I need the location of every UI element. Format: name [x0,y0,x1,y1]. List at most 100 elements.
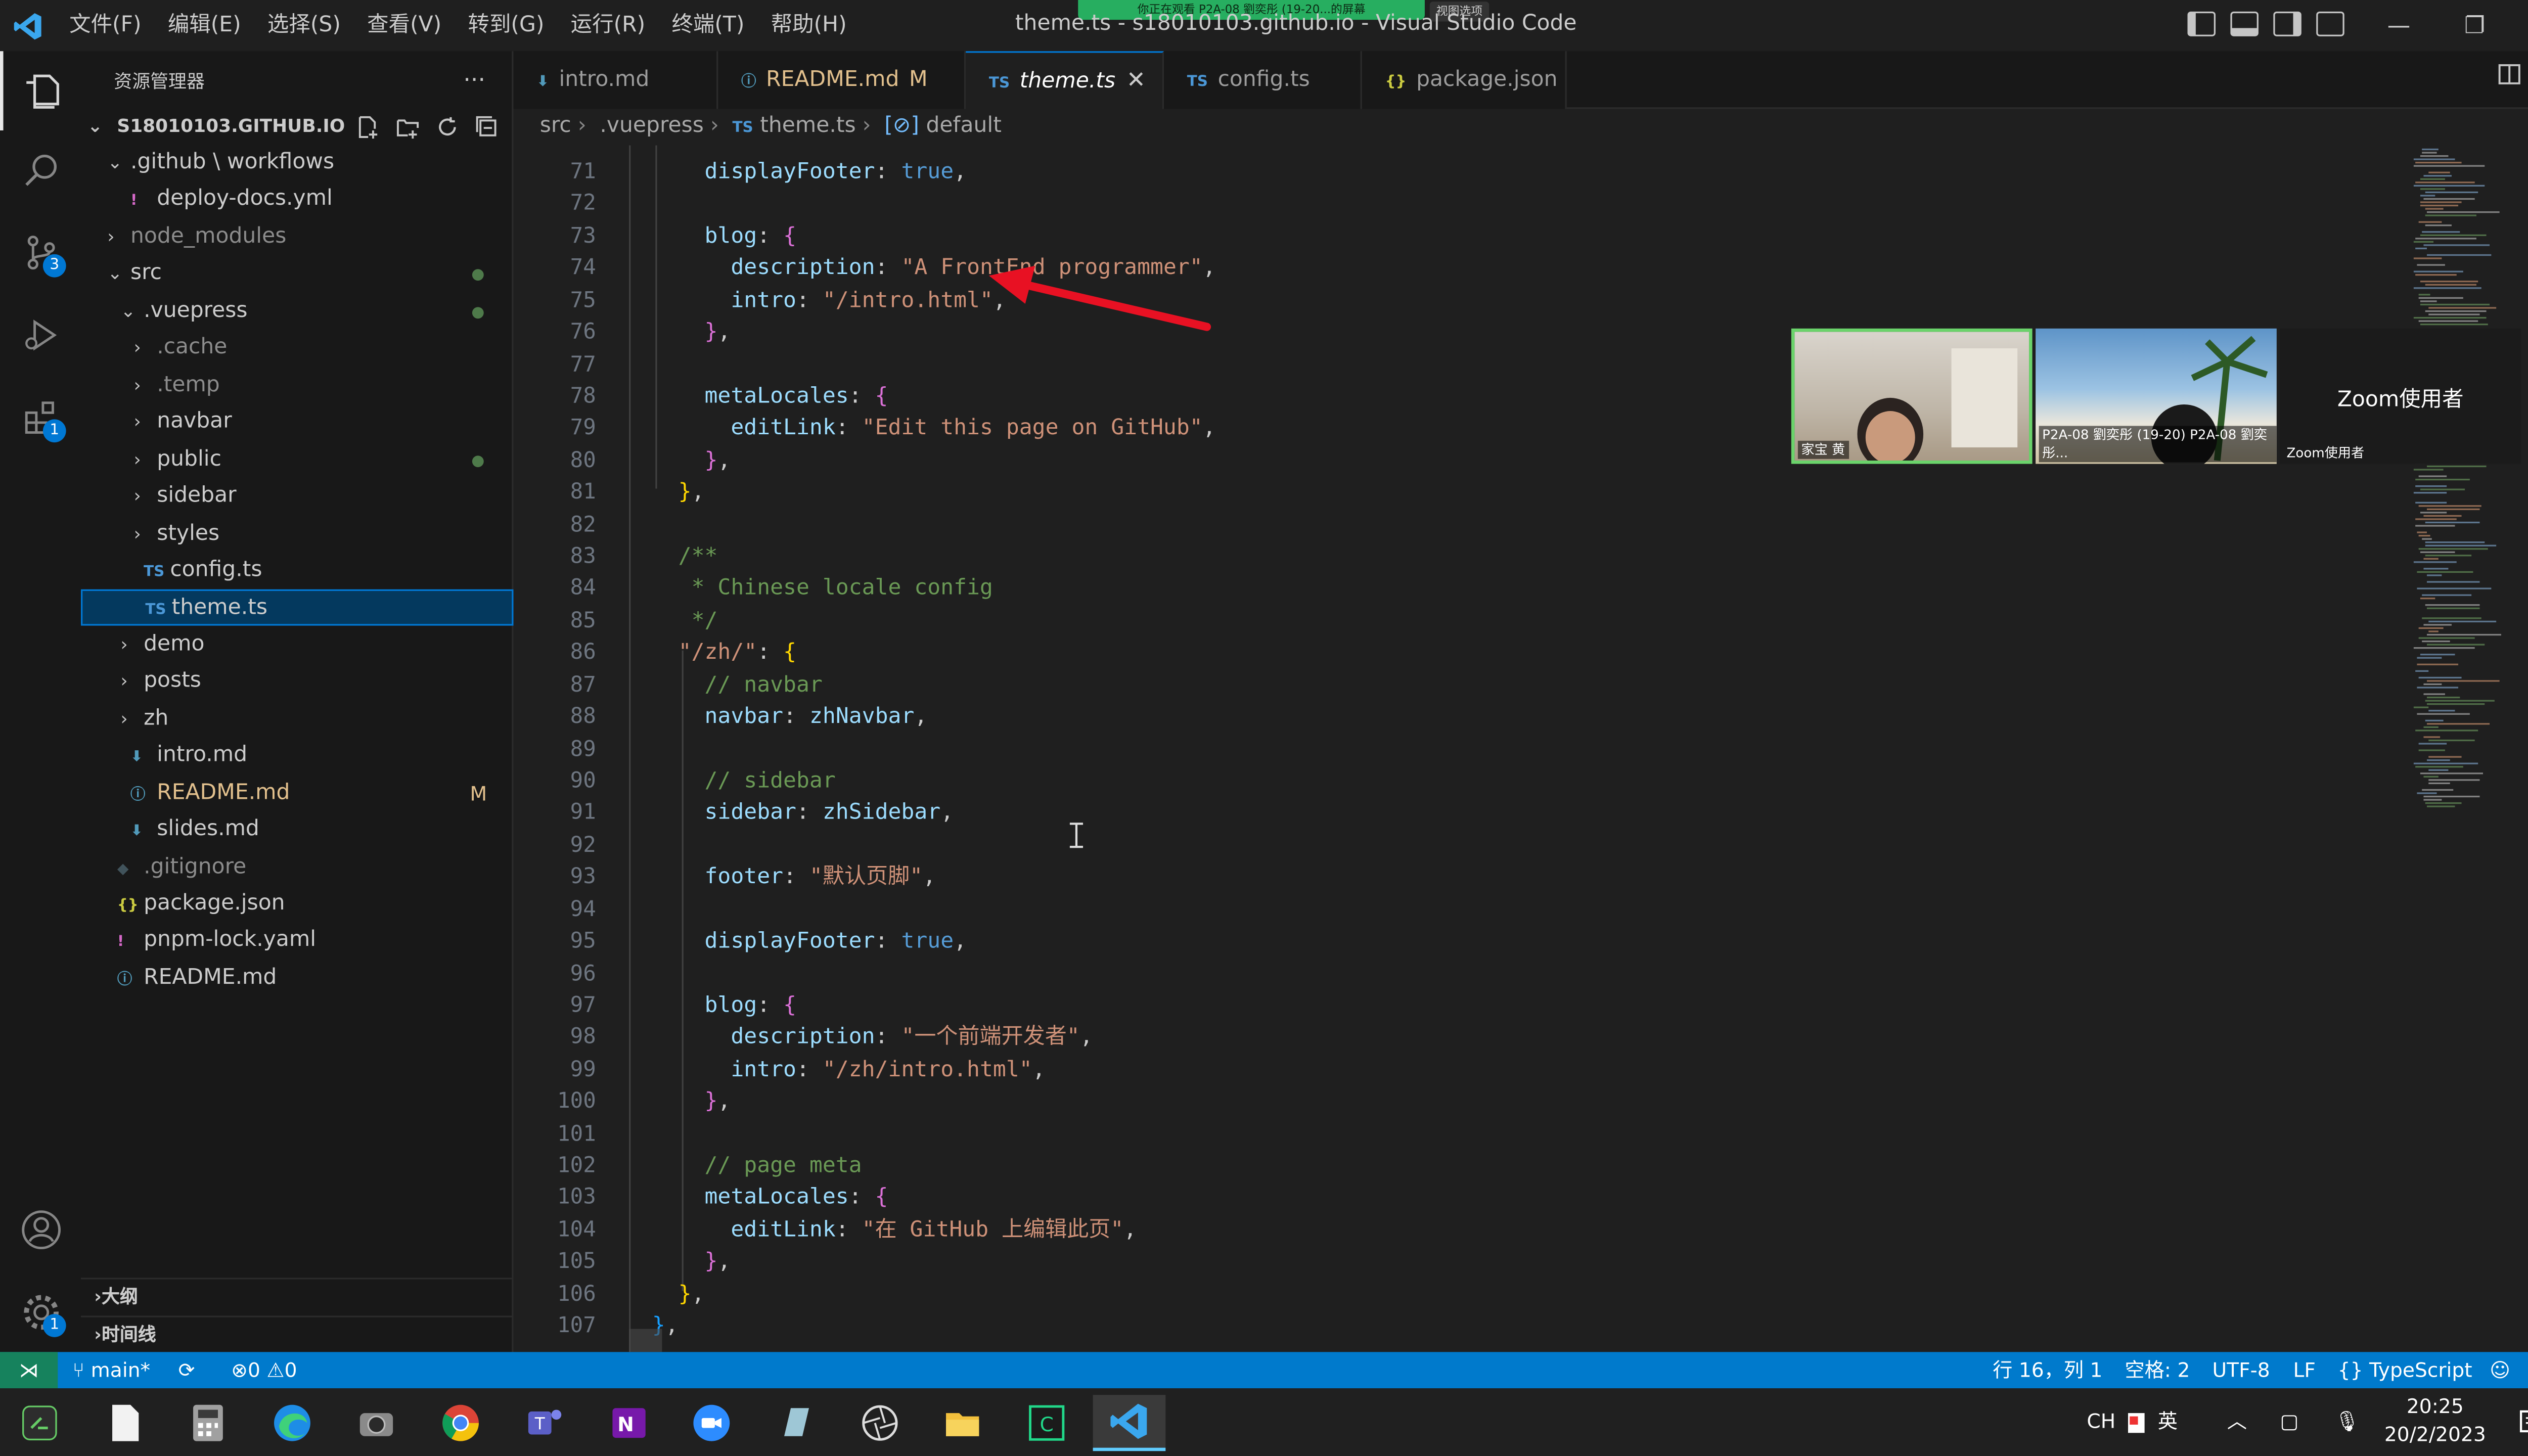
restore-button[interactable]: ❐ [2437,0,2513,51]
line-ending[interactable]: LF [2293,1352,2316,1388]
ime-icon[interactable] [2127,1388,2146,1456]
accounts-icon[interactable] [0,1190,81,1269]
split-editor-icon[interactable] [2497,51,2520,109]
menu-item[interactable]: 运行(R) [558,0,659,51]
toggle-primary-sidebar-icon[interactable] [2187,11,2216,36]
editor-tab[interactable]: ⓘ README.md M [718,51,966,109]
editor-tab[interactable]: TS config.ts [1164,51,1362,109]
tree-item[interactable]: ⬇ intro.md [81,738,514,775]
tree-item[interactable]: ⌄ .vuepress [81,294,514,330]
breadcrumb-src[interactable]: src [540,114,571,139]
chrome-browser-icon[interactable] [424,1395,497,1451]
zoom-app-icon[interactable] [675,1395,748,1451]
tree-item[interactable]: › posts [81,664,514,701]
aperture-app-icon[interactable] [844,1395,917,1451]
meet-now-icon[interactable]: ▢ [2280,1388,2298,1456]
timeline-section[interactable]: ›时间线 [80,1315,514,1352]
editor-tab[interactable]: {} package.json [1362,51,1567,109]
minimap[interactable] [2404,145,2528,1352]
breadcrumb-vuepress[interactable]: .vuepress [600,114,703,139]
zoom-tile-participant-3[interactable]: Zoom使用者 Zoom使用者 [2280,328,2521,464]
tree-item[interactable]: › public [81,442,514,478]
calculator-app-icon[interactable] [172,1395,245,1451]
workspace-root[interactable]: ⌄ S18010103.GITHUB.IO [81,109,514,146]
zoom-video-strip[interactable]: 家宝 黄 P2A-08 劉奕彤 (19-20) P2A-08 劉奕彤... Zo… [1791,328,2524,467]
more-actions-icon[interactable]: ··· [463,67,485,93]
onenote-app-icon[interactable]: N [593,1395,665,1451]
tree-item[interactable]: ⓘ README.md M [81,776,514,812]
input-language[interactable]: CH [2087,1388,2115,1456]
editor-tab[interactable]: ⬇ intro.md [513,51,718,109]
toggle-panel-icon[interactable] [2230,11,2259,36]
camera-app-icon[interactable] [340,1395,413,1451]
close-window-button[interactable]: ✕ [2513,0,2528,51]
horizontal-scrollbar[interactable] [629,1329,662,1352]
problems-status[interactable]: ⊗0 ⚠0 [231,1352,297,1388]
remote-indicator-icon[interactable]: ⋊ [0,1352,58,1389]
menu-item[interactable]: 编辑(E) [155,0,254,51]
toggle-secondary-sidebar-icon[interactable] [2273,11,2301,36]
zoom-tile-participant-2[interactable]: P2A-08 劉奕彤 (19-20) P2A-08 劉奕彤... [2036,328,2277,464]
manage-gear-icon[interactable]: 1 [0,1273,81,1352]
tree-item[interactable]: › .cache [81,331,514,367]
explorer-icon[interactable] [0,51,81,130]
code-editor[interactable]: 71 72 73 74 75 76 77 78 79 80 81 82 83 84 85 86 87 88 89 90… [513,145,2528,1352]
breadcrumb-file[interactable]: theme.ts [760,114,855,139]
tree-item[interactable]: › zh [81,701,514,738]
tree-item[interactable]: › navbar [81,404,514,441]
menu-item[interactable]: 选择(S) [254,0,354,51]
menu-item[interactable]: 查看(V) [354,0,455,51]
encoding[interactable]: UTF-8 [2213,1352,2270,1388]
menu-item[interactable]: 文件(F) [56,0,155,51]
menu-item[interactable]: 帮助(H) [758,0,860,51]
edge-browser-icon[interactable] [256,1395,329,1451]
tree-item[interactable]: ! deploy-docs.yml [81,183,514,219]
breadcrumb-symbol[interactable]: default [926,114,1001,139]
teams-app-icon[interactable]: T [509,1395,581,1451]
minimize-button[interactable]: — [2361,0,2436,51]
menu-item[interactable]: 终端(T) [658,0,757,51]
collapse-all-icon[interactable] [474,109,500,146]
tree-item[interactable]: › demo [81,627,514,663]
new-file-icon[interactable] [355,109,381,146]
cursor-position[interactable]: 行 16，列 1 [1993,1352,2102,1388]
tree-item[interactable]: ⌄ src [81,256,514,293]
source-control-icon[interactable]: 3 [0,213,81,292]
close-tab-icon[interactable]: ✕ [1126,53,1146,110]
menu-item[interactable]: 转到(G) [455,0,557,51]
zoom-tile-participant-1[interactable]: 家宝 黄 [1791,328,2033,464]
microphone-icon[interactable]: 🎙︎ [2334,1388,2360,1456]
file-app-icon[interactable] [89,1395,162,1451]
customize-layout-icon[interactable] [2316,11,2344,36]
run-debug-icon[interactable] [0,295,81,375]
tree-item[interactable]: {} package.json [81,886,514,923]
new-folder-icon[interactable] [394,109,421,146]
refresh-icon[interactable] [434,109,461,146]
tree-item[interactable]: ⌄ .github \ workflows [81,145,514,181]
branch-status[interactable]: ⑂ main* [73,1352,150,1388]
sync-icon[interactable]: ⟳ [178,1352,195,1388]
terminal-app-icon[interactable] [4,1395,76,1451]
tree-item[interactable]: › node_modules [81,219,514,256]
pycharm-app-icon[interactable]: C [1010,1395,1083,1451]
taskbar-clock[interactable]: 20:25 20/2/2023 [2361,1393,2509,1449]
notification-center-icon[interactable] [2519,1388,2528,1456]
editor-tab[interactable]: TS theme.ts ✕ [966,51,1164,109]
tree-item[interactable]: ◆ .gitignore [81,849,514,886]
tree-item[interactable]: ! pnpm-lock.yaml [81,924,514,960]
ime-mode[interactable]: 英 [2158,1388,2178,1456]
language-mode[interactable]: {} TypeScript [2338,1352,2472,1388]
search-icon[interactable] [0,130,81,210]
tree-item[interactable]: TS theme.ts [80,589,514,626]
outline-section[interactable]: ›大纲 [80,1278,514,1314]
tree-item[interactable]: TS config.ts [81,553,514,589]
tree-item[interactable]: › styles [81,516,514,552]
tree-item[interactable]: ⓘ README.md [81,961,514,997]
tree-item[interactable]: › sidebar [81,479,514,515]
feedback-icon[interactable]: ☺ [2490,1352,2510,1388]
vscode-app-icon[interactable] [1093,1395,1166,1451]
tray-overflow-chevron-icon[interactable]: ︿ [2227,1388,2247,1456]
extensions-icon[interactable]: 1 [0,378,81,458]
indentation[interactable]: 空格: 2 [2125,1352,2190,1388]
notes-app-icon[interactable] [759,1395,832,1451]
